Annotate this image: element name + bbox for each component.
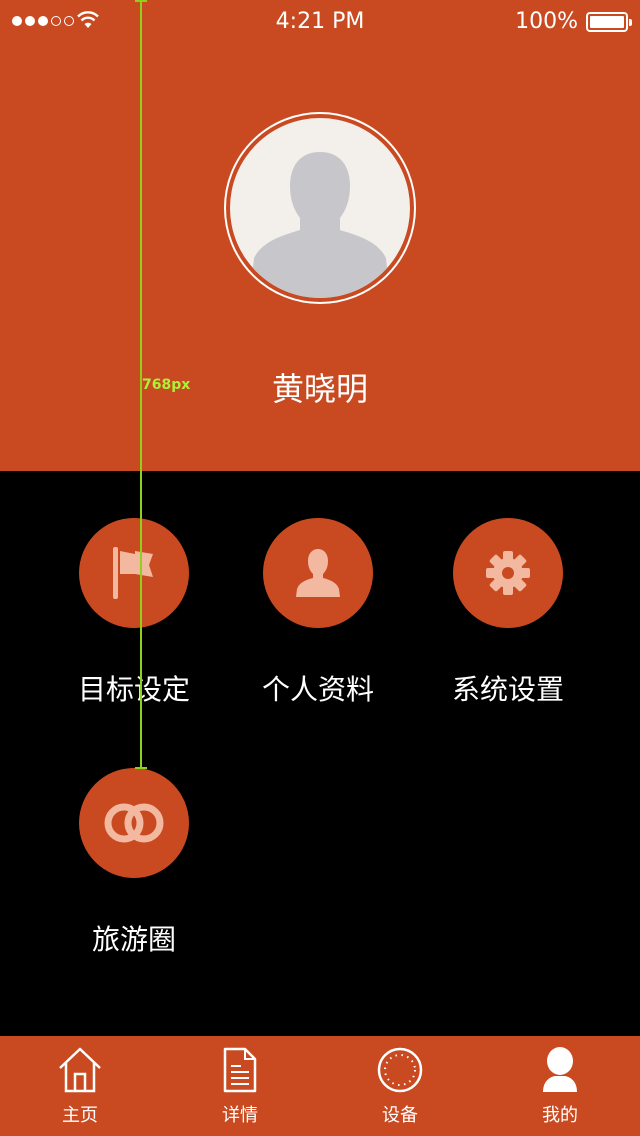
menu-label: 个人资料 [261, 673, 374, 706]
tab-label: 主页 [62, 1105, 98, 1126]
avatar[interactable] [230, 118, 410, 298]
linked-rings-icon [104, 803, 164, 843]
tab-label: 我的 [542, 1105, 578, 1126]
document-icon [223, 1047, 257, 1093]
tab-details[interactable]: 详情 [160, 1036, 320, 1136]
user-silhouette-icon [250, 152, 390, 298]
menu-item-travel-circle[interactable]: 旅游圈 [44, 768, 224, 958]
menu-circle [79, 768, 189, 878]
profile-screen: 黄晓明 4:21 PM 100% 目标设定 个人资料 系统设置 旅游圈 768p… [0, 0, 640, 1136]
tab-label: 设备 [382, 1105, 418, 1126]
menu-item-personal-info[interactable]: 个人资料 [228, 518, 408, 708]
menu-label: 旅游圈 [91, 923, 176, 956]
measure-guide-label: 768px [142, 377, 191, 393]
home-icon [59, 1047, 101, 1093]
device-circle-icon [377, 1047, 423, 1093]
tab-bar: 主页 详情 设备 我的 [0, 1036, 640, 1136]
tab-devices[interactable]: 设备 [320, 1036, 480, 1136]
battery-icon [586, 12, 632, 32]
tab-label: 详情 [222, 1105, 258, 1126]
tab-mine[interactable]: 我的 [480, 1036, 640, 1136]
menu-circle [79, 518, 189, 628]
measure-guide-cap-top [135, 0, 147, 2]
menu-label: 系统设置 [451, 673, 564, 706]
profile-icon [543, 1047, 577, 1092]
menu-circle [453, 518, 563, 628]
measure-guide-cap-bottom [135, 767, 147, 769]
menu-label: 目标设定 [77, 673, 190, 706]
person-icon [296, 549, 340, 597]
battery-percent: 100% [515, 9, 578, 34]
status-bar: 4:21 PM 100% [0, 0, 640, 44]
menu-item-system-settings[interactable]: 系统设置 [418, 518, 598, 708]
user-name: 黄晓明 [271, 370, 368, 408]
menu-circle [263, 518, 373, 628]
menu-item-goal-setting[interactable]: 目标设定 [44, 518, 224, 708]
flag-icon [113, 547, 153, 599]
tab-home[interactable]: 主页 [0, 1036, 160, 1136]
gear-icon [486, 551, 530, 595]
profile-header: 黄晓明 [0, 0, 640, 471]
